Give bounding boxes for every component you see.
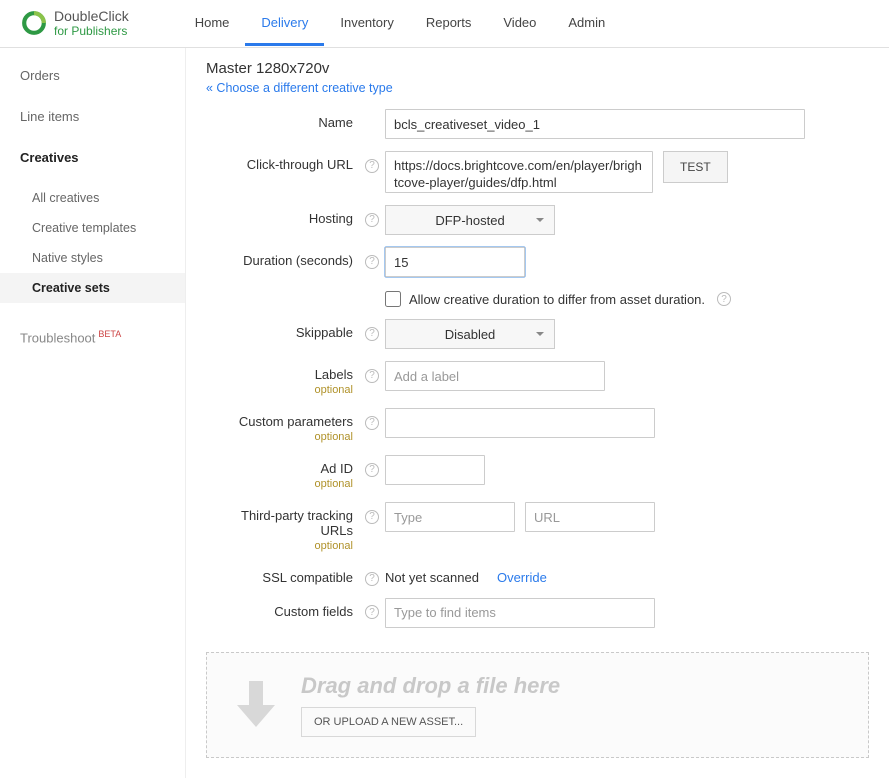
help-icon[interactable]: ? <box>365 572 379 586</box>
app-header: DoubleClick for Publishers Home Delivery… <box>0 0 889 48</box>
help-icon[interactable]: ? <box>717 292 731 306</box>
main-content: Master 1280x720v « Choose a different cr… <box>185 48 889 778</box>
ssl-status-text: Not yet scanned <box>385 570 479 585</box>
hosting-dropdown[interactable]: DFP-hosted <box>385 205 555 235</box>
choose-different-type-link[interactable]: « Choose a different creative type <box>206 81 393 95</box>
optional-text: optional <box>206 478 353 490</box>
help-icon[interactable]: ? <box>365 416 379 430</box>
logo-text: DoubleClick for Publishers <box>54 9 129 38</box>
duration-label: Duration (seconds) <box>206 247 361 268</box>
optional-text: optional <box>206 384 353 396</box>
optional-text: optional <box>206 540 353 552</box>
help-icon[interactable]: ? <box>365 159 379 173</box>
help-icon[interactable]: ? <box>365 510 379 524</box>
duration-input[interactable] <box>385 247 525 277</box>
sidebar-native-styles[interactable]: Native styles <box>20 243 185 273</box>
dropzone-heading: Drag and drop a file here <box>301 673 560 699</box>
ssl-override-link[interactable]: Override <box>497 570 547 585</box>
third-party-label: Third-party tracking URLs <box>241 508 353 538</box>
logo[interactable]: DoubleClick for Publishers <box>20 9 129 38</box>
nav-inventory[interactable]: Inventory <box>324 1 409 46</box>
nav-delivery[interactable]: Delivery <box>245 1 324 46</box>
page-title: Master 1280x720v <box>206 60 869 77</box>
optional-text: optional <box>206 431 353 443</box>
third-party-type-input[interactable] <box>385 502 515 532</box>
help-icon[interactable]: ? <box>365 327 379 341</box>
test-button[interactable]: TEST <box>663 151 728 183</box>
sidebar-line-items[interactable]: Line items <box>20 109 185 124</box>
help-icon[interactable]: ? <box>365 463 379 477</box>
name-label: Name <box>206 109 361 130</box>
custom-fields-input[interactable] <box>385 598 655 628</box>
skippable-dropdown[interactable]: Disabled <box>385 319 555 349</box>
beta-badge: BETA <box>98 329 121 339</box>
sidebar-creative-templates[interactable]: Creative templates <box>20 213 185 243</box>
labels-label: Labels <box>315 367 353 382</box>
sidebar-all-creatives[interactable]: All creatives <box>20 183 185 213</box>
sidebar-creative-sets[interactable]: Creative sets <box>0 273 185 303</box>
custom-params-label: Custom parameters <box>239 414 353 429</box>
download-arrow-icon <box>231 677 281 733</box>
logo-line1: DoubleClick <box>54 9 129 24</box>
logo-line2: for Publishers <box>54 25 129 38</box>
nav-home[interactable]: Home <box>179 1 246 46</box>
file-dropzone[interactable]: Drag and drop a file here OR UPLOAD A NE… <box>206 652 869 758</box>
doubleclick-logo-icon <box>20 9 48 37</box>
help-icon[interactable]: ? <box>365 605 379 619</box>
hosting-label: Hosting <box>206 205 361 226</box>
nav-reports[interactable]: Reports <box>410 1 488 46</box>
allow-differ-label: Allow creative duration to differ from a… <box>409 292 705 307</box>
help-icon[interactable]: ? <box>365 369 379 383</box>
help-icon[interactable]: ? <box>365 255 379 269</box>
labels-input[interactable] <box>385 361 605 391</box>
name-input[interactable] <box>385 109 805 139</box>
help-icon[interactable]: ? <box>365 213 379 227</box>
nav-admin[interactable]: Admin <box>552 1 621 46</box>
nav-video[interactable]: Video <box>487 1 552 46</box>
sidebar-troubleshoot[interactable]: Troubleshoot <box>20 330 95 345</box>
adid-label: Ad ID <box>320 461 353 476</box>
click-through-input[interactable]: https://docs.brightcove.com/en/player/br… <box>385 151 653 193</box>
ssl-label: SSL compatible <box>206 564 361 585</box>
sidebar-orders[interactable]: Orders <box>20 68 185 83</box>
click-through-label: Click-through URL <box>206 151 361 172</box>
sidebar-creatives[interactable]: Creatives <box>20 150 185 165</box>
skippable-label: Skippable <box>206 319 361 340</box>
adid-input[interactable] <box>385 455 485 485</box>
custom-fields-label: Custom fields <box>206 598 361 619</box>
top-nav: Home Delivery Inventory Reports Video Ad… <box>179 1 622 46</box>
custom-params-input[interactable] <box>385 408 655 438</box>
upload-asset-button[interactable]: OR UPLOAD A NEW ASSET... <box>301 707 476 737</box>
allow-differ-checkbox[interactable] <box>385 291 401 307</box>
third-party-url-input[interactable] <box>525 502 655 532</box>
sidebar: Orders Line items Creatives All creative… <box>0 48 185 778</box>
